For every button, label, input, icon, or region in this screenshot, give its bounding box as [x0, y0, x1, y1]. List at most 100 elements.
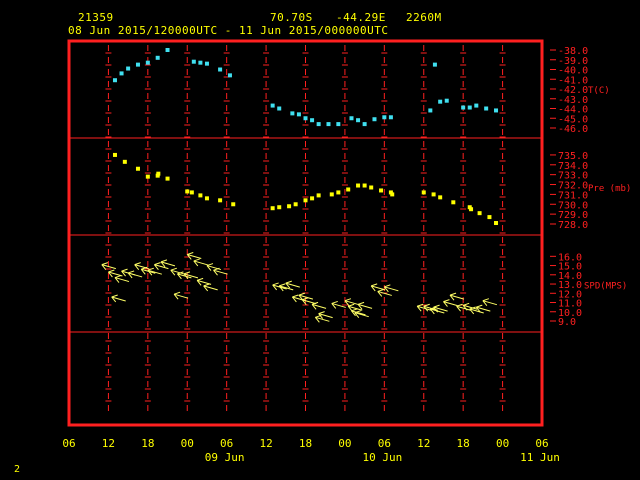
temperature-point — [444, 98, 449, 103]
pressure-point — [189, 190, 194, 195]
meteogram-chart: 06 12 18 00 06 12 18 00 06 12 18 00 0609 Jun 10 Jun 11… — [62, 39, 631, 464]
temperature-point — [349, 116, 354, 121]
wind-arrow-head — [318, 311, 325, 315]
pressure-point — [112, 152, 117, 157]
temperature-point — [119, 71, 124, 76]
wind-arrow — [443, 299, 458, 307]
wind-arrow-head — [384, 284, 391, 288]
pressure-point — [287, 204, 292, 209]
pressure-point — [198, 193, 203, 198]
pressure-point — [165, 176, 170, 181]
wind-arrow-head — [482, 298, 490, 302]
wind-arrow — [433, 304, 448, 313]
x-tick-label: 12 — [102, 437, 115, 450]
pressure-point — [303, 198, 308, 203]
pressure-point — [135, 166, 140, 171]
pressure-point — [438, 195, 443, 200]
temperature-point — [428, 108, 433, 113]
temperature-point — [126, 66, 131, 71]
pressure-point — [346, 187, 351, 192]
wind-arrow-head — [351, 308, 358, 312]
temperature-point — [270, 103, 275, 108]
temperature-point — [438, 99, 443, 104]
temperature-point — [356, 118, 361, 123]
x-tick-label: 18 — [457, 437, 470, 450]
wind-arrow-head — [285, 280, 292, 284]
temperature-point — [290, 111, 295, 116]
pressure-point — [431, 192, 436, 197]
pressure-point — [362, 183, 367, 188]
wind-arrow-head — [476, 304, 483, 308]
x-tick-label: 12 — [259, 437, 272, 450]
temperature-point — [362, 122, 367, 127]
pressure-point — [379, 188, 384, 193]
temperature-point — [135, 62, 140, 67]
pressure-point — [487, 215, 492, 220]
x-tick-label: 06 — [62, 437, 75, 450]
wind-arrow-head — [344, 298, 352, 302]
wind-arrow — [383, 284, 399, 293]
panel-label: T(C) — [588, 86, 610, 96]
temperature-point — [474, 103, 479, 108]
temperature-point — [461, 105, 466, 110]
pressure-point — [369, 185, 374, 190]
wind-arrow-head — [154, 262, 161, 266]
x-day-label: 11 Jun — [520, 451, 560, 464]
wind-arrow-head — [187, 251, 194, 255]
temperature-point — [310, 118, 315, 123]
temperature-point — [326, 122, 331, 127]
y-tick-label: 9.0 — [558, 317, 576, 328]
wind-arrow-head — [170, 267, 177, 271]
pressure-point — [310, 196, 315, 201]
wind-arrow-head — [111, 294, 118, 298]
x-tick-label: 12 — [417, 437, 430, 450]
wind-arrow-head — [193, 258, 200, 262]
pressure-point — [277, 205, 282, 210]
pressure-point — [421, 190, 426, 195]
pressure-point — [469, 207, 474, 212]
wind-arrow — [114, 275, 130, 283]
wind-arrow-head — [108, 269, 115, 273]
wind-arrow-head — [377, 288, 384, 292]
x-tick-label: 06 — [378, 437, 391, 450]
wind-arrow — [449, 292, 465, 301]
temperature-point — [467, 105, 472, 110]
x-tick-label: 00 — [496, 437, 509, 450]
pressure-point — [122, 159, 127, 164]
temperature-point — [227, 73, 232, 78]
pressure-point — [145, 174, 150, 179]
wind-arrow-head — [134, 262, 141, 266]
temperature-point — [165, 48, 170, 52]
pressure-point — [451, 200, 456, 205]
wind-arrow-head — [196, 277, 204, 281]
temperature-point — [432, 62, 437, 67]
wind-arrow — [160, 259, 176, 268]
pressure-point — [293, 202, 298, 207]
wind-arrow-head — [298, 292, 306, 296]
wind-arrow — [285, 280, 300, 289]
temperature-point — [277, 106, 282, 111]
wind-arrow-head — [203, 283, 210, 287]
wind-arrow-head — [127, 270, 135, 274]
pressure-point — [329, 192, 334, 197]
temperature-point — [336, 122, 341, 127]
x-tick-label: 06 — [535, 437, 548, 450]
temperature-point — [218, 67, 223, 72]
pressure-point — [231, 202, 236, 207]
temperature-point — [155, 55, 160, 60]
wind-arrow — [482, 298, 498, 306]
y-tick-label: -46.0 — [558, 124, 588, 135]
wind-arrow — [357, 301, 373, 310]
temperature-point — [484, 106, 489, 111]
x-tick-label: 18 — [141, 437, 154, 450]
pressure-point — [204, 196, 209, 201]
wind-arrow-head — [101, 262, 109, 266]
y-tick-label: 728.0 — [558, 220, 588, 231]
pressure-point — [356, 183, 361, 188]
wind-arrow-head — [357, 301, 365, 305]
wind-arrow-head — [173, 291, 181, 295]
wind-arrow-head — [449, 292, 457, 296]
wind-arrow — [193, 258, 208, 267]
temperature-point — [191, 59, 196, 64]
temperature-point — [382, 115, 387, 120]
